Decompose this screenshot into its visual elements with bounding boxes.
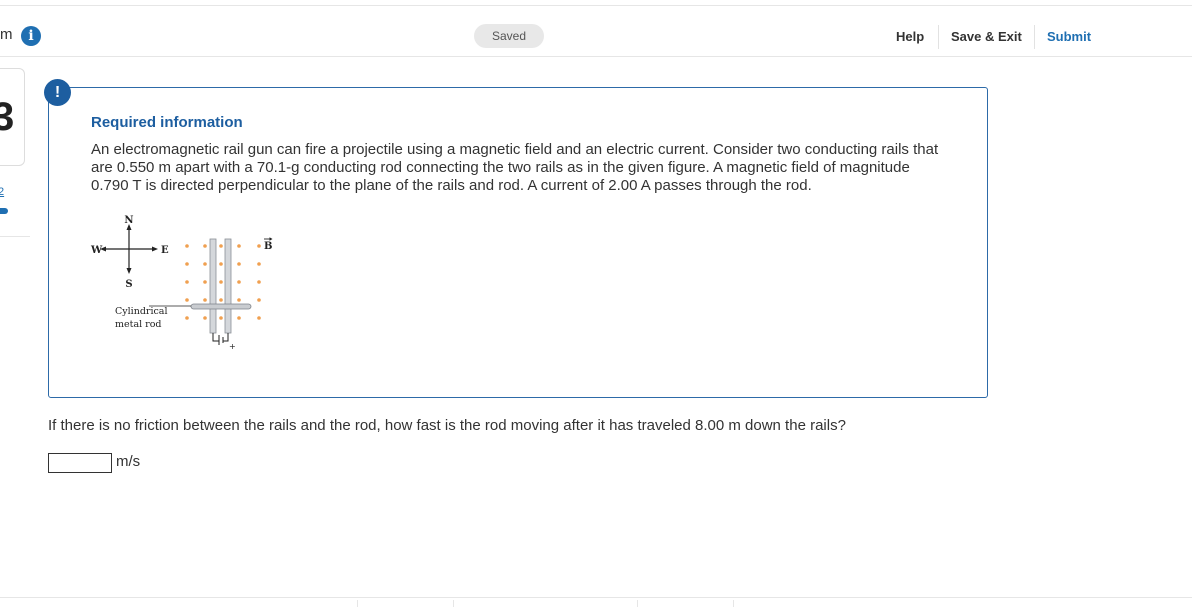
- footer-tick: [637, 600, 638, 607]
- question-number: 3: [0, 95, 15, 139]
- info-icon[interactable]: i: [21, 26, 41, 46]
- rod-label-line1: Cylindrical: [115, 306, 168, 317]
- saved-status-badge: Saved: [474, 24, 544, 48]
- sidebar-link[interactable]: 2: [0, 186, 4, 198]
- metal-rod: [190, 303, 252, 310]
- compass-s-label: S: [125, 279, 132, 290]
- required-information-text: An electromagnetic rail gun can fire a p…: [91, 141, 939, 194]
- answer-input[interactable]: [48, 453, 112, 473]
- progress-indicator: [0, 208, 8, 214]
- compass-w-label: W: [90, 245, 103, 256]
- footer-tick: [453, 600, 454, 607]
- required-information-box: Required information An electromagnetic …: [48, 87, 988, 398]
- field-b-label: B: [264, 241, 272, 252]
- sidebar-divider: [0, 236, 30, 237]
- divider: [938, 25, 939, 49]
- compass-icon: [100, 224, 158, 274]
- save-exit-button[interactable]: Save & Exit: [951, 29, 1022, 44]
- required-information-title: Required information: [91, 114, 243, 131]
- battery-icon: [212, 333, 229, 345]
- submit-button[interactable]: Submit: [1047, 29, 1091, 44]
- help-button[interactable]: Help: [896, 29, 924, 44]
- footer-tick: [357, 600, 358, 607]
- rod-label-line2: metal rod: [115, 319, 162, 330]
- divider: [1034, 25, 1035, 49]
- alert-icon: !: [44, 79, 71, 106]
- question-text: If there is no friction between the rail…: [48, 417, 846, 434]
- header: m i Saved Help Save & Exit Submit: [0, 6, 1192, 57]
- compass-e-label: E: [161, 245, 169, 256]
- footer-tick: [733, 600, 734, 607]
- battery-plus-label: +: [229, 342, 236, 351]
- compass-n-label: N: [124, 215, 133, 226]
- rail-gun-figure: N S E W + Cylindrical metal rod B: [90, 215, 273, 351]
- header-title-fragment: m: [0, 26, 13, 43]
- answer-unit: m/s: [116, 453, 141, 470]
- bottom-divider: [0, 597, 1192, 598]
